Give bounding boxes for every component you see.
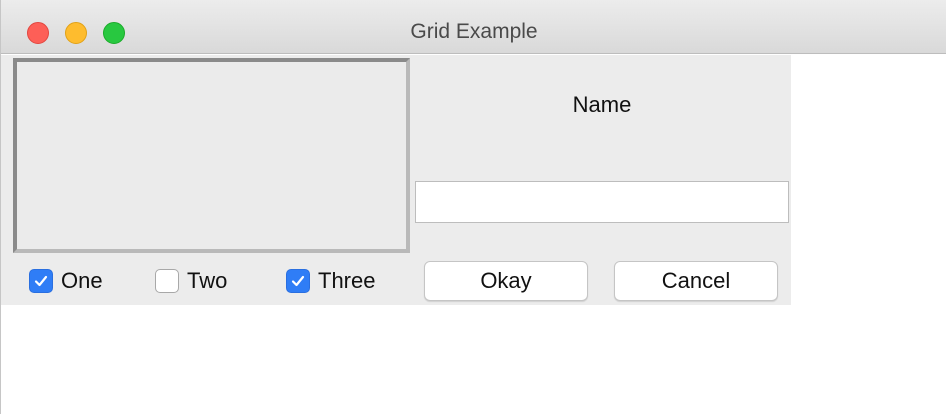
checkmark-icon [291, 275, 305, 287]
okay-button[interactable]: Okay [424, 261, 588, 301]
name-label: Name [572, 92, 632, 117]
checkbox-three-label: Three [318, 268, 376, 293]
checkbox-one-box[interactable] [29, 269, 53, 293]
title-bar[interactable]: Grid Example [1, 0, 946, 54]
checkbox-three[interactable]: Three [286, 266, 375, 296]
checkbox-three-box[interactable] [286, 269, 310, 293]
checkbox-one[interactable]: One [29, 266, 103, 296]
checkbox-one-label: One [61, 268, 103, 293]
app-window: Grid Example Name One Two Three Okay Can… [0, 0, 946, 414]
checkbox-two-label: Two [187, 268, 228, 293]
checkmark-icon [34, 275, 48, 287]
canvas-frame [13, 58, 410, 253]
name-input[interactable] [415, 181, 789, 223]
checkbox-two[interactable]: Two [155, 266, 227, 296]
window-title: Grid Example [410, 20, 538, 43]
checkbox-two-box[interactable] [155, 269, 179, 293]
cancel-button[interactable]: Cancel [614, 261, 778, 301]
grid-content: Name One Two Three Okay Cancel [1, 55, 791, 305]
